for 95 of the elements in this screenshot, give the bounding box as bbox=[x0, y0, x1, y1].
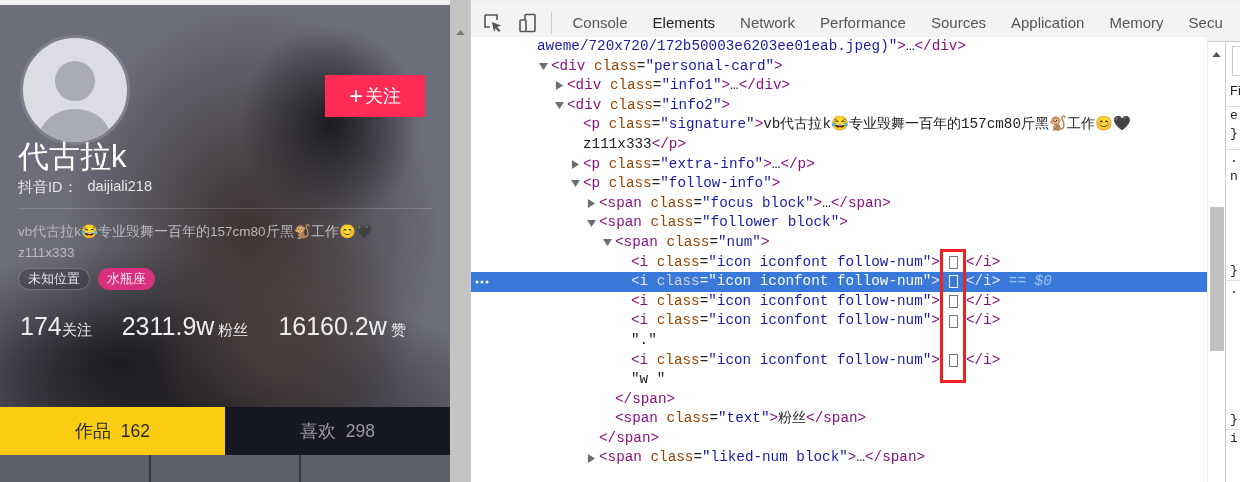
style-text: } bbox=[1230, 411, 1239, 429]
style-text: Fi bbox=[1230, 82, 1240, 100]
tab[interactable]: 作品 162 bbox=[0, 407, 225, 455]
style-text: n bbox=[1230, 168, 1239, 186]
triangle-right-icon[interactable] bbox=[555, 81, 564, 91]
inspect-icon[interactable] bbox=[483, 13, 503, 33]
tree-row[interactable]: <i class="icon iconfont follow-num"> </i> == $0 bbox=[471, 272, 1207, 292]
node-markup: <span class="num"> bbox=[615, 232, 770, 252]
triangle-right-icon[interactable] bbox=[571, 159, 580, 169]
style-text: . bbox=[1230, 281, 1239, 299]
node-markup: <span class="follower block"> bbox=[599, 213, 848, 233]
filter-field[interactable] bbox=[1232, 46, 1240, 76]
tree-row[interactable]: <i class="icon iconfont follow-num"> </i> bbox=[471, 252, 1207, 273]
style-text: } bbox=[1230, 262, 1239, 280]
node-markup: <span class="liked-num block">…</span> bbox=[599, 448, 926, 468]
node-markup: </i> bbox=[965, 350, 1001, 370]
scrollbar[interactable] bbox=[450, 0, 470, 482]
node-markup: <i class="icon iconfont follow-num"> bbox=[631, 252, 940, 272]
tree-row[interactable]: "w " bbox=[471, 370, 1207, 390]
node-markup: </span> bbox=[615, 389, 676, 409]
nickname: 代古拉k bbox=[18, 139, 128, 175]
node-markup: <i class="icon iconfont follow-num"> bbox=[631, 272, 940, 292]
node-markup: <span class="focus block">…</span> bbox=[599, 193, 891, 213]
node-markup: <p class="extra-info">…</p> bbox=[583, 154, 815, 174]
tree-row[interactable]: <span class="text">粉丝</span> bbox=[471, 409, 1207, 429]
missing-glyph-icon bbox=[948, 295, 958, 308]
tree-row[interactable]: <i class="icon iconfont follow-num"> </i> bbox=[471, 291, 1207, 312]
id-value: daijiali218 bbox=[87, 178, 152, 196]
triangle-right-icon[interactable] bbox=[587, 199, 596, 209]
node-markup: <p class="follow-info"> bbox=[583, 174, 781, 194]
missing-glyph-icon bbox=[948, 275, 958, 289]
node-markup: </i> bbox=[965, 291, 1001, 311]
style-text: e bbox=[1230, 107, 1239, 125]
stat-label: 赞 bbox=[390, 321, 406, 340]
tree-row[interactable]: <i class="icon iconfont follow-num"> </i> bbox=[471, 350, 1207, 371]
style-text: i bbox=[1230, 430, 1239, 448]
triangle-down-icon[interactable] bbox=[571, 179, 580, 189]
node-markup: <i class="icon iconfont follow-num"> bbox=[631, 291, 940, 311]
node-markup: <i class="icon iconfont follow-num"> bbox=[631, 350, 940, 370]
triangle-down-icon[interactable] bbox=[603, 238, 612, 248]
triangle-right-icon[interactable] bbox=[587, 453, 596, 463]
stat-label: 关注 bbox=[61, 321, 92, 340]
tree-row[interactable]: <i class="icon iconfont follow-num"> </i> bbox=[471, 311, 1207, 331]
tree-row[interactable]: <div class="info1">…</div> bbox=[471, 76, 1207, 96]
tree-row[interactable]: <div class="info2"> bbox=[471, 95, 1207, 116]
node-markup: <div class="info1">…</div> bbox=[567, 76, 791, 96]
triangle-down-icon[interactable] bbox=[587, 218, 596, 228]
node-markup: <span class="text">粉丝</span> bbox=[615, 409, 867, 429]
follow-button[interactable]: +关注 bbox=[325, 75, 425, 117]
stat-label: 粉丝 bbox=[218, 321, 249, 340]
node-markup: </span> bbox=[599, 428, 660, 448]
tree-row[interactable]: z111x333</p> bbox=[471, 134, 1207, 155]
node-markup: </i> bbox=[965, 311, 1001, 331]
node-markup: z111x333</p> bbox=[583, 134, 686, 154]
node-markup: <div class="info2"> bbox=[567, 95, 731, 115]
more-icon[interactable] bbox=[475, 280, 489, 285]
tree-row[interactable]: <span class="focus block">…</span> bbox=[471, 193, 1207, 214]
tree-row[interactable]: <span class="num"> bbox=[471, 232, 1207, 253]
signature-text: z111x333 bbox=[18, 244, 76, 262]
style-text: } bbox=[1230, 125, 1239, 143]
node-markup: <i class="icon iconfont follow-num"> bbox=[631, 311, 940, 331]
node-markup: </i> bbox=[965, 252, 1001, 272]
tree-row[interactable]: </span> bbox=[471, 428, 1207, 449]
tree-row[interactable]: <span class="liked-num block">…</span> bbox=[471, 448, 1207, 469]
stat-value: 16160.2w bbox=[278, 312, 387, 341]
tree-row[interactable]: </span> bbox=[471, 389, 1207, 410]
tree-row[interactable]: <p class="extra-info">…</p> bbox=[471, 154, 1207, 175]
video-tile[interactable] bbox=[150, 455, 300, 482]
triangle-down-icon[interactable] bbox=[539, 61, 548, 71]
missing-glyph-icon bbox=[948, 314, 958, 328]
node-markup: <div class="personal-card"> bbox=[551, 56, 783, 76]
device-icon[interactable] bbox=[518, 13, 538, 33]
id-label: 抖音ID： bbox=[18, 178, 78, 197]
node-markup: "w " bbox=[631, 370, 666, 390]
tag: 未知位置 bbox=[18, 268, 90, 290]
signature-text: vb代古拉k😂专业毁舞一百年的157cm80斤黑🐒工作😊🖤 bbox=[18, 223, 374, 241]
node-markup: <p class="signature">vb代古拉k😂专业毁舞一百年的157cm80斤黑🐒工作😊🖤 bbox=[583, 115, 1131, 135]
stat-value: 174 bbox=[20, 312, 62, 341]
missing-glyph-icon bbox=[948, 255, 958, 269]
up-arrow-icon[interactable] bbox=[1212, 52, 1221, 57]
triangle-down-icon[interactable] bbox=[555, 101, 564, 111]
tree-row[interactable]: "." bbox=[471, 330, 1207, 351]
video-tile[interactable] bbox=[0, 455, 149, 482]
stat-value: 2311.9w bbox=[121, 312, 215, 341]
video-tile[interactable] bbox=[301, 455, 450, 482]
style-text: . bbox=[1230, 150, 1239, 168]
node-markup: </i> == $0 bbox=[965, 272, 1052, 292]
tree-row[interactable]: <p class="follow-info"> bbox=[471, 174, 1207, 194]
missing-glyph-icon bbox=[948, 353, 958, 367]
tree-row[interactable]: <p class="signature">vb代古拉k😂专业毁舞一百年的157cm80斤黑🐒工作😊🖤 bbox=[471, 115, 1207, 135]
node-markup: "." bbox=[631, 330, 657, 350]
tree-row[interactable]: <span class="follower block"> bbox=[471, 213, 1207, 233]
tree-row[interactable]: <div class="personal-card"> bbox=[471, 56, 1207, 77]
tag: 水瓶座 bbox=[98, 268, 155, 290]
scrollbar-thumb[interactable] bbox=[1209, 207, 1224, 351]
